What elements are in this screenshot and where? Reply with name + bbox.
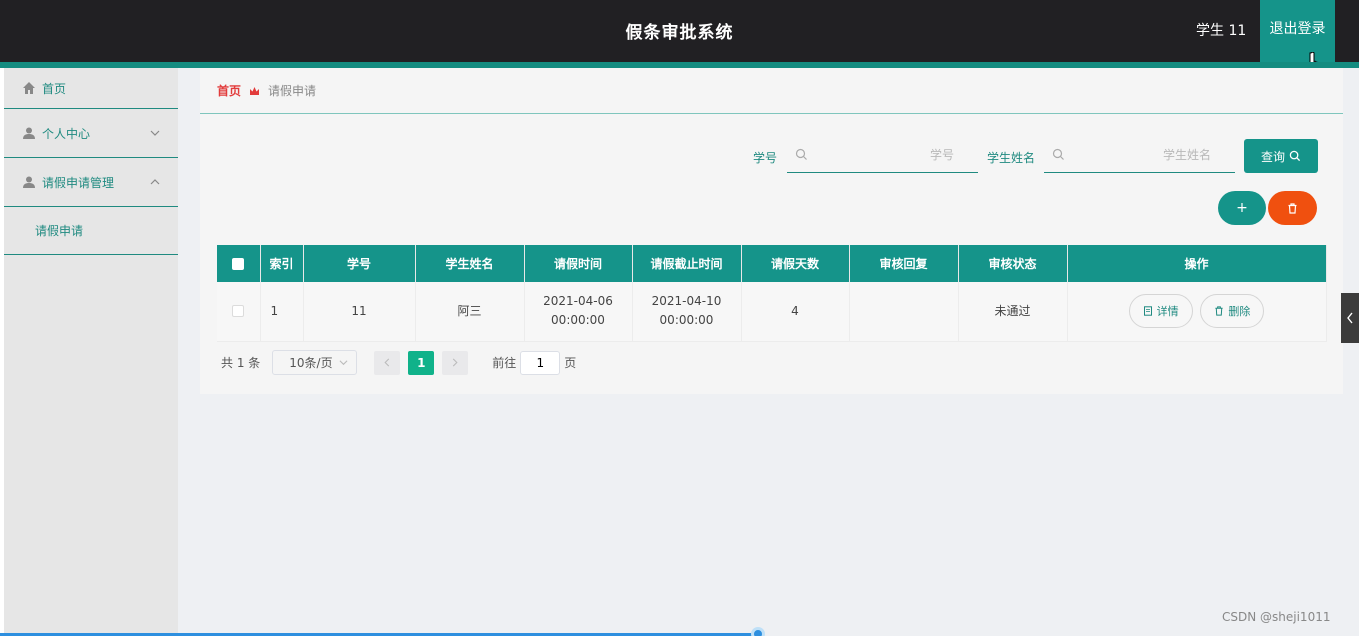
row-checkbox[interactable] (232, 305, 245, 318)
query-button-label: 查询 (1260, 149, 1285, 164)
crown-icon (250, 86, 260, 95)
trash-icon (1288, 202, 1297, 214)
home-icon (23, 82, 35, 94)
main-panel: 学号 学生姓名 查询 + 索引 学号 学生姓名 请假时间 请假截止时间 请 (200, 114, 1343, 394)
detail-button-label: 详情 (1156, 304, 1179, 318)
table-row: 1 11 阿三 2021-04-06 00:00:00 2021-04-10 0… (217, 282, 1327, 342)
select-all-checkbox[interactable] (232, 258, 245, 270)
app-title: 假条审批系统 (625, 23, 734, 43)
prev-page-button[interactable] (374, 350, 401, 375)
detail-button[interactable]: 详情 (1128, 294, 1193, 329)
reply-cell (849, 282, 959, 342)
page-size-select[interactable]: 10条/页 (272, 350, 358, 375)
delete-button[interactable]: 删除 (1200, 294, 1265, 329)
chevron-down-icon (150, 130, 160, 136)
document-icon (1143, 306, 1152, 316)
query-button[interactable]: 查询 (1244, 139, 1318, 173)
breadcrumb-current: 请假申请 (268, 84, 317, 98)
user-icon (23, 127, 35, 139)
column-header: 学生姓名 (415, 245, 525, 282)
column-header: 请假截止时间 (632, 245, 742, 282)
column-header: 审核回复 (849, 245, 959, 282)
pagination-total: 共 1 条 (221, 356, 261, 370)
video-progress-handle[interactable] (751, 627, 765, 636)
chevron-up-icon (150, 179, 160, 185)
chevron-right-icon (453, 358, 458, 367)
search-icon (1052, 148, 1064, 160)
trash-icon (1215, 306, 1224, 316)
sidebar-item-leave-management[interactable]: 请假申请管理 (4, 158, 178, 207)
current-user: 学生 11 (1196, 23, 1247, 39)
days-cell: 4 (741, 282, 850, 342)
breadcrumb: 首页 请假申请 (200, 68, 1343, 114)
column-header: 索引 (260, 245, 304, 282)
chevron-left-icon (1347, 312, 1353, 324)
plus-icon: + (1236, 200, 1248, 216)
top-bar: 假条审批系统 学生 11 退出登录 (0, 0, 1359, 75)
status-cell: 未通过 (958, 282, 1068, 342)
sidebar-item-personal[interactable]: 个人中心 (4, 109, 178, 158)
logout-button[interactable]: 退出登录 (1260, 0, 1335, 62)
row-select-cell[interactable] (217, 282, 261, 342)
page-number-current[interactable]: 1 (408, 350, 435, 375)
student-id-input[interactable] (815, 139, 978, 171)
column-header: 请假时间 (524, 245, 633, 282)
leave-table: 索引 学号 学生姓名 请假时间 请假截止时间 请假天数 审核回复 审核状态 操作… (217, 245, 1327, 342)
column-header: 请假天数 (741, 245, 850, 282)
end-time-cell: 2021-04-10 00:00:00 (632, 282, 742, 342)
sidebar-item-label: 个人中心 (42, 126, 91, 141)
breadcrumb-home[interactable]: 首页 (217, 82, 241, 99)
column-header: 审核状态 (958, 245, 1068, 282)
page-size-value: 10条/页 (289, 356, 333, 370)
start-time-cell: 2021-04-06 00:00:00 (524, 282, 633, 342)
batch-delete-button[interactable] (1268, 191, 1317, 225)
delete-button-label: 删除 (1228, 304, 1251, 318)
page-suffix-label: 页 (564, 356, 577, 370)
chevron-down-icon (339, 360, 348, 366)
goto-page-input[interactable] (520, 350, 561, 375)
watermark: CSDN @sheji1011 (1222, 610, 1331, 624)
operations-cell: 详情 删除 (1067, 282, 1327, 342)
search-icon (795, 148, 807, 160)
student-name-input[interactable] (1072, 139, 1235, 171)
index-cell: 1 (260, 282, 304, 342)
student-id-cell: 11 (303, 282, 416, 342)
column-header: 操作 (1067, 245, 1327, 282)
next-page-button[interactable] (442, 350, 469, 375)
pagination: 共 1 条 10条/页 1 前往 页 (221, 350, 576, 375)
student-name-cell: 阿三 (415, 282, 525, 342)
chevron-left-icon (384, 358, 390, 367)
column-header: 学号 (303, 245, 416, 282)
sidebar-item-leave-apply[interactable]: 请假申请 (4, 207, 178, 255)
sidebar-item-label: 首页 (42, 81, 67, 96)
student-name-label: 学生姓名 (987, 151, 1036, 165)
add-button[interactable]: + (1218, 191, 1266, 225)
goto-label: 前往 (492, 356, 517, 370)
user-icon (23, 176, 35, 188)
student-name-search-field (1044, 139, 1235, 173)
sidebar-item-label: 请假申请管理 (42, 175, 115, 190)
sidebar: 首页 个人中心 请假申请管理 请假申请 (4, 68, 178, 636)
table-header-row: 索引 学号 学生姓名 请假时间 请假截止时间 请假天数 审核回复 审核状态 操作 (217, 245, 1327, 282)
side-panel-toggle[interactable] (1341, 293, 1359, 343)
select-all-header[interactable] (217, 245, 261, 282)
search-icon (1289, 150, 1301, 162)
student-id-search-field (787, 139, 978, 173)
student-id-label: 学号 (753, 151, 778, 165)
sidebar-item-home[interactable]: 首页 (4, 68, 178, 109)
